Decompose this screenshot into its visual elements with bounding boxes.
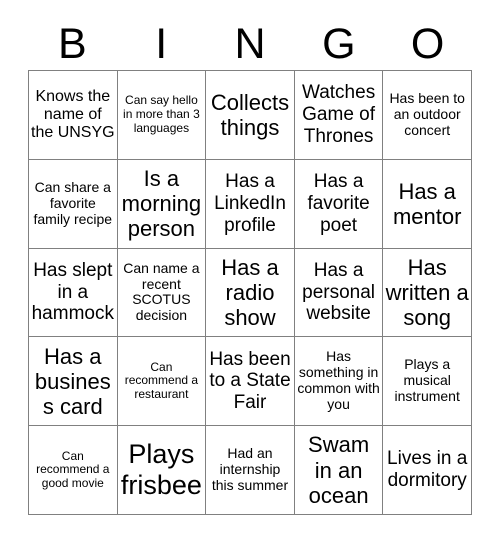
bingo-square[interactable]: Lives in a dormitory <box>383 426 472 515</box>
bingo-square[interactable]: Has been to an outdoor concert <box>383 71 472 160</box>
bingo-square[interactable]: Collects things <box>206 71 295 160</box>
bingo-square[interactable]: Has a favorite poet <box>294 159 384 249</box>
bingo-square[interactable]: Knows the name of the UNSYG <box>29 71 118 160</box>
bingo-square[interactable]: Has a personal website <box>294 248 384 338</box>
bingo-square-label: Can recommend a restaurant <box>124 359 199 402</box>
bingo-square-label: Is a morning person <box>121 166 202 242</box>
header-letter-i: I <box>155 20 168 68</box>
bingo-square-label: Can name a recent SCOTUS decision <box>123 259 200 324</box>
bingo-square-label: Has written a song <box>385 254 469 331</box>
bingo-square-label: Watches Game of Thrones <box>301 82 376 147</box>
bingo-square[interactable]: Can share a favorite family recipe <box>29 159 118 249</box>
bingo-square[interactable]: Has slept in a hammock <box>29 248 118 338</box>
header-letter-o: O <box>410 20 445 68</box>
bingo-square[interactable]: Has a radio show <box>206 248 295 338</box>
bingo-square[interactable]: Has a LinkedIn profile <box>206 159 295 249</box>
bingo-square-label: Has been to an outdoor concert <box>389 89 465 138</box>
bingo-square[interactable]: Can name a recent SCOTUS decision <box>117 248 207 338</box>
bingo-square-label: Has a favorite poet <box>307 171 370 236</box>
header-letter-n: N <box>234 20 266 68</box>
bingo-square[interactable]: Can recommend a good movie <box>29 426 118 515</box>
bingo-square[interactable]: Watches Game of Thrones <box>294 71 384 160</box>
bingo-card: B I N G O Knows the name of the UNSYG Ca… <box>0 0 500 544</box>
bingo-square[interactable]: Has a business card <box>29 337 118 427</box>
bingo-square[interactable]: Can recommend a restaurant <box>117 337 207 427</box>
bingo-square[interactable]: Is a morning person <box>117 159 207 249</box>
bingo-square[interactable]: Had an internship this summer <box>206 426 295 515</box>
bingo-square[interactable]: Has something in common with you <box>294 337 384 427</box>
bingo-square-label: Plays a musical instrument <box>394 356 460 405</box>
bingo-square-label: Has been to a State Fair <box>209 348 291 414</box>
bingo-square-label: Lives in a dormitory <box>387 448 468 492</box>
bingo-square[interactable]: Plays a musical instrument <box>383 337 472 427</box>
bingo-square-label: Can share a favorite family recipe <box>33 178 113 227</box>
bingo-square-label: Collects things <box>210 89 290 140</box>
bingo-square-label: Has a personal website <box>302 260 376 325</box>
bingo-grid: Knows the name of the UNSYG Can say hell… <box>28 70 472 515</box>
bingo-square-label: Can recommend a good movie <box>36 448 110 490</box>
bingo-square[interactable]: Has a mentor <box>383 159 472 249</box>
bingo-square[interactable]: Plays frisbee <box>117 426 207 515</box>
bingo-square[interactable]: Has written a song <box>383 248 472 338</box>
bingo-square[interactable]: Has been to a State Fair <box>206 337 295 427</box>
bingo-square-label: Can say hello in more than 3 languages <box>123 93 200 135</box>
bingo-square[interactable]: Can say hello in more than 3 languages <box>117 71 207 160</box>
bingo-square-label: Had an internship this summer <box>211 445 289 494</box>
bingo-square[interactable]: Swam in an ocean <box>294 426 384 515</box>
bingo-square-label: Has a radio show <box>221 254 279 331</box>
bingo-square-label: Has a LinkedIn profile <box>214 171 286 236</box>
bingo-header: B I N G O <box>28 18 472 70</box>
bingo-square-label: Has something in common with you <box>297 348 380 413</box>
bingo-square-label: Plays frisbee <box>120 439 202 501</box>
header-letter-g: G <box>322 20 356 68</box>
bingo-square-label: Has slept in a hammock <box>31 260 114 325</box>
bingo-square-label: Knows the name of the UNSYG <box>31 87 115 142</box>
bingo-square-label: Has a mentor <box>392 178 462 229</box>
bingo-square-label: Has a business card <box>34 343 111 419</box>
bingo-square-label: Swam in an ocean <box>308 432 370 508</box>
header-letter-b: B <box>58 20 87 68</box>
